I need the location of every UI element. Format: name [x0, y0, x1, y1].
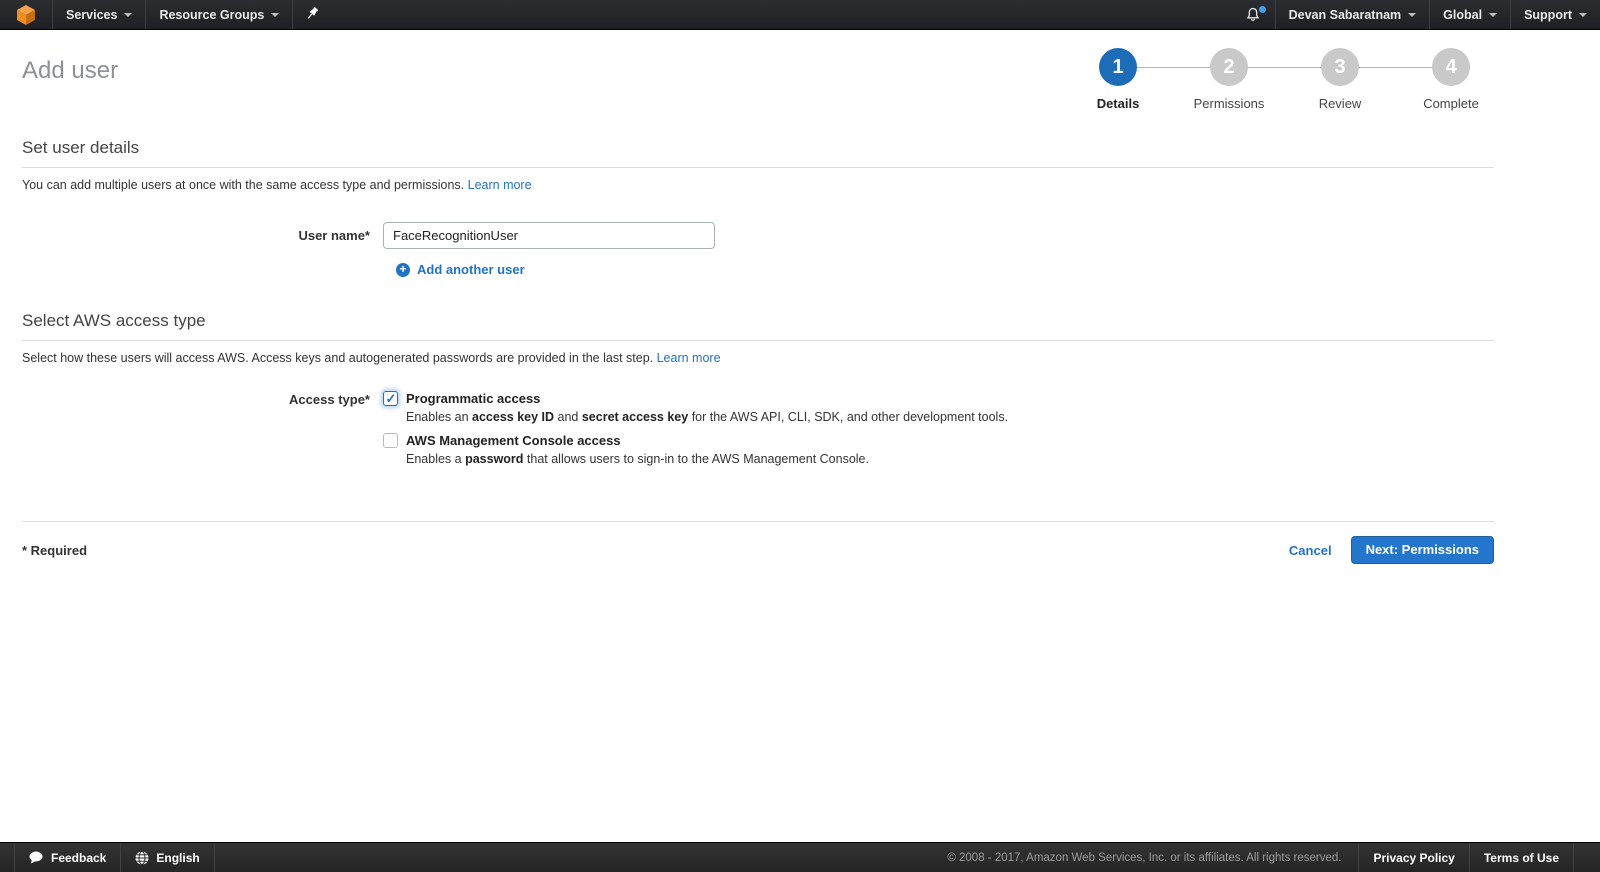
user-details-description: You can add multiple users at once with …	[22, 178, 1494, 192]
aws-console-page: Services Resource Groups Devan Sabaratna…	[0, 0, 1600, 872]
nav-right-group: Devan Sabaratnam Global Support	[1231, 0, 1600, 29]
console-access-option: AWS Management Console access Enables a …	[383, 433, 1008, 466]
bottom-divider	[22, 521, 1494, 522]
main-content: Add user 1 Details 2 Permissions 3 Revie…	[0, 30, 1600, 564]
desc-text: and	[554, 410, 582, 424]
globe-icon	[135, 850, 149, 865]
step-3-label: Review	[1318, 96, 1362, 111]
user-name-input[interactable]	[383, 222, 715, 249]
desc-text: for the AWS API, CLI, SDK, and other dev…	[688, 410, 1009, 424]
feedback-bubble-icon	[29, 851, 43, 864]
terms-of-use-label: Terms of Use	[1483, 850, 1559, 865]
user-details-heading: Set user details	[22, 138, 1494, 168]
console-access-head: AWS Management Console access	[383, 433, 1008, 448]
pinned-shortcuts-button[interactable]	[293, 0, 332, 29]
desc-text: Enables a	[406, 452, 466, 466]
username-label: User name*	[298, 228, 370, 243]
pin-icon	[308, 7, 319, 19]
user-details-description-text: You can add multiple users at once with …	[22, 178, 465, 192]
step-permissions: 2 Permissions	[1194, 48, 1264, 111]
footer-bar: Feedback English © 2008 - 2017, Amazon W…	[0, 842, 1600, 872]
desc-bold: access key ID	[472, 410, 555, 424]
step-4-circle: 4	[1432, 48, 1470, 86]
actions-row: * Required Cancel Next: Permissions	[22, 536, 1494, 564]
copyright-text: © 2008 - 2017, Amazon Web Services, Inc.…	[947, 851, 1342, 864]
chevron-down-icon	[271, 12, 280, 17]
terms-of-use-link[interactable]: Terms of Use	[1468, 843, 1574, 872]
notifications-button[interactable]	[1231, 0, 1275, 29]
plus-circle-icon: +	[396, 262, 410, 277]
access-type-description: Select how these users will access AWS. …	[22, 351, 1494, 365]
privacy-policy-label: Privacy Policy	[1373, 850, 1455, 865]
user-details-learn-more-link[interactable]: Learn more	[468, 178, 532, 192]
resource-groups-menu[interactable]: Resource Groups	[146, 0, 292, 29]
step-1-label: Details	[1096, 96, 1140, 111]
access-type-heading: Select AWS access type	[22, 311, 1494, 341]
desc-bold: password	[465, 452, 524, 466]
programmatic-access-description: Enables an access key ID and secret acce…	[406, 410, 1008, 424]
programmatic-access-title[interactable]: Programmatic access	[406, 391, 540, 406]
privacy-policy-link[interactable]: Privacy Policy	[1358, 843, 1468, 872]
console-access-description: Enables a password that allows users to …	[406, 452, 1008, 466]
progress-steps: 1 Details 2 Permissions 3 Review 4 Compl…	[1096, 48, 1479, 111]
desc-text: that allows users to sign-in to the AWS …	[523, 452, 869, 466]
add-another-user-link[interactable]: Add another user	[417, 262, 525, 277]
chevron-down-icon	[1408, 12, 1417, 17]
programmatic-access-head: Programmatic access	[383, 391, 1008, 407]
access-type-description-text: Select how these users will access AWS. …	[22, 351, 654, 365]
notification-dot	[1258, 6, 1266, 13]
step-2-circle: 2	[1210, 48, 1248, 86]
chevron-down-icon	[1489, 12, 1498, 17]
step-review: 3 Review	[1318, 48, 1362, 111]
console-access-checkbox[interactable]	[383, 433, 398, 448]
console-access-title[interactable]: AWS Management Console access	[406, 433, 621, 448]
step-4-label: Complete	[1423, 96, 1479, 111]
language-button[interactable]: English	[121, 843, 215, 872]
support-label: Support	[1524, 7, 1572, 22]
step-details: 1 Details	[1096, 48, 1140, 111]
access-type-label: Access type*	[289, 392, 370, 407]
desc-bold: secret access key	[581, 410, 689, 424]
aws-home-button[interactable]	[0, 0, 52, 29]
step-3-circle: 3	[1321, 48, 1359, 86]
page-header: Add user 1 Details 2 Permissions 3 Revie…	[22, 30, 1494, 111]
top-navigation-bar: Services Resource Groups Devan Sabaratna…	[0, 0, 1600, 30]
access-type-row: Access type* Programmatic access Enables…	[22, 391, 1494, 475]
services-menu[interactable]: Services	[53, 0, 145, 29]
programmatic-access-checkbox[interactable]	[383, 391, 398, 407]
step-2-label: Permissions	[1193, 96, 1265, 111]
region-label: Global	[1443, 7, 1483, 22]
access-type-learn-more-link[interactable]: Learn more	[657, 351, 721, 365]
access-type-section: Select AWS access type Select how these …	[22, 311, 1494, 475]
add-another-user-row: + Add another user	[22, 262, 1494, 277]
feedback-label: Feedback	[51, 850, 107, 865]
step-1-circle: 1	[1099, 48, 1137, 86]
required-note: * Required	[22, 542, 88, 558]
desc-text: Enables an	[406, 410, 473, 424]
support-menu[interactable]: Support	[1511, 0, 1600, 29]
cancel-button[interactable]: Cancel	[1289, 543, 1332, 558]
next-permissions-button[interactable]: Next: Permissions	[1350, 536, 1494, 564]
footer-right-group: © 2008 - 2017, Amazon Web Services, Inc.…	[930, 843, 1600, 872]
language-label: English	[156, 850, 200, 865]
access-type-options: Programmatic access Enables an access ke…	[383, 391, 1008, 475]
account-menu[interactable]: Devan Sabaratnam	[1276, 0, 1430, 29]
programmatic-access-option: Programmatic access Enables an access ke…	[383, 391, 1008, 424]
resource-groups-menu-label: Resource Groups	[159, 7, 265, 22]
account-name: Devan Sabaratnam	[1288, 7, 1402, 22]
chevron-down-icon	[124, 12, 133, 17]
region-menu[interactable]: Global	[1430, 0, 1510, 29]
page-title: Add user	[22, 57, 119, 84]
feedback-button[interactable]: Feedback	[14, 843, 122, 872]
chevron-down-icon	[1579, 12, 1587, 17]
steps-connector-line	[1118, 67, 1451, 68]
step-complete: 4 Complete	[1423, 48, 1479, 111]
services-menu-label: Services	[66, 7, 118, 22]
username-row: User name*	[22, 222, 1494, 249]
aws-cube-logo-icon	[17, 4, 35, 25]
